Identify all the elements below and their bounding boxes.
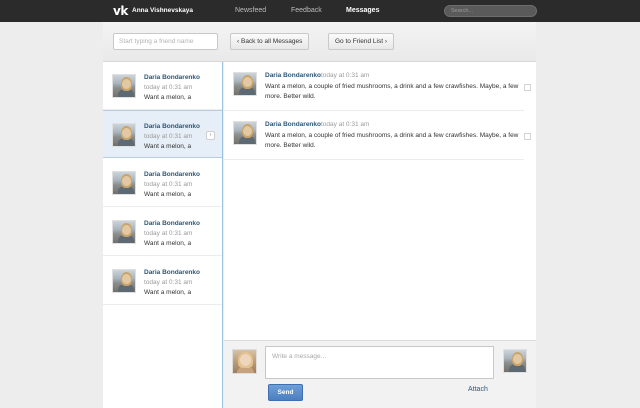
- message-text: Want a melon, a couple of fried mushroom…: [265, 132, 519, 149]
- message-time: today at 0:31 am: [321, 72, 370, 79]
- message-author[interactable]: Daria Bondarenko: [265, 72, 321, 79]
- conversation-preview: Want a melon, a: [144, 191, 192, 198]
- message-text: Want a melon, a couple of fried mushroom…: [265, 83, 519, 100]
- conversation-preview: Want a melon, a: [144, 94, 192, 101]
- conversation-preview: Want a melon, a: [144, 289, 192, 296]
- avatar: [233, 72, 257, 96]
- conversation-name[interactable]: Daria Bondarenko: [144, 171, 200, 178]
- conversation-time: today at 0:31 am: [144, 133, 193, 140]
- my-avatar: [232, 349, 257, 374]
- vk-logo[interactable]: vk: [113, 4, 128, 18]
- conversation-item[interactable]: Daria Bondarenko today at 0:31 am Want a…: [103, 208, 222, 256]
- attach-link[interactable]: Attach: [468, 386, 488, 393]
- avatar: [112, 74, 136, 98]
- conversation-name[interactable]: Daria Bondarenko: [144, 269, 200, 276]
- nav-messages[interactable]: Messages: [346, 7, 379, 14]
- conversation-name[interactable]: Daria Bondarenko: [144, 123, 200, 130]
- avatar: [112, 269, 136, 293]
- conversation-item[interactable]: Daria Bondarenko today at 0:31 am Want a…: [103, 159, 222, 207]
- back-button-label: Back to all Messages: [240, 38, 303, 45]
- conversation-time: today at 0:31 am: [144, 181, 193, 188]
- friend-search-input[interactable]: Start typing a friend name: [113, 33, 218, 50]
- back-to-messages-button[interactable]: ‹ Back to all Messages: [230, 33, 310, 50]
- conversation-name[interactable]: Daria Bondarenko: [144, 220, 200, 227]
- message-input[interactable]: Write a message...: [265, 346, 494, 379]
- conversation-time: today at 0:31 am: [144, 84, 193, 91]
- avatar: [233, 121, 257, 145]
- message-item: Daria Bondarenko today at 0:31 am Want a…: [224, 62, 531, 111]
- nav-newsfeed[interactable]: Newsfeed: [235, 7, 266, 14]
- conversation-list: Daria Bondarenko today at 0:31 am Want a…: [103, 62, 223, 408]
- nav-feedback[interactable]: Feedback: [291, 7, 322, 14]
- global-search-input[interactable]: Search...: [444, 5, 537, 17]
- conversation-item[interactable]: Daria Bondarenko today at 0:31 am Want a…: [103, 62, 222, 110]
- friend-list-button[interactable]: Go to Friend List ›: [328, 33, 395, 50]
- message-select-checkbox[interactable]: [524, 133, 531, 140]
- chevron-right-icon: ›: [384, 38, 388, 45]
- message-item: Daria Bondarenko today at 0:31 am Want a…: [224, 111, 531, 160]
- compose-area: Write a message... Send Attach: [224, 340, 536, 408]
- avatar: [112, 171, 136, 195]
- username-link[interactable]: Anna Vishnevskaya: [132, 7, 193, 14]
- chevron-left-icon: ‹: [237, 38, 240, 45]
- conversation-preview: Want a melon, a: [144, 240, 192, 247]
- conversation-name[interactable]: Daria Bondarenko: [144, 74, 200, 81]
- send-button[interactable]: Send: [268, 384, 303, 401]
- collapse-arrow-icon[interactable]: ‹: [206, 131, 215, 140]
- messages-toolbar: Start typing a friend name ‹ Back to all…: [103, 22, 536, 62]
- conversation-time: today at 0:31 am: [144, 279, 193, 286]
- conversation-preview: Want a melon, a: [144, 143, 192, 150]
- avatar: [112, 220, 136, 244]
- conversation-time: today at 0:31 am: [144, 230, 193, 237]
- top-bar: vk Anna Vishnevskaya Newsfeed Feedback M…: [0, 0, 640, 22]
- message-select-checkbox[interactable]: [524, 84, 531, 91]
- conversation-item[interactable]: Daria Bondarenko today at 0:31 am Want a…: [103, 257, 222, 305]
- message-time: today at 0:31 am: [321, 121, 370, 128]
- recipient-avatar: [503, 349, 527, 373]
- friend-list-button-label: Go to Friend List: [335, 38, 384, 45]
- avatar: [112, 123, 136, 147]
- message-thread: Daria Bondarenko today at 0:31 am Want a…: [224, 62, 536, 340]
- conversation-item-selected[interactable]: Daria Bondarenko today at 0:31 am Want a…: [103, 110, 222, 158]
- message-author[interactable]: Daria Bondarenko: [265, 121, 321, 128]
